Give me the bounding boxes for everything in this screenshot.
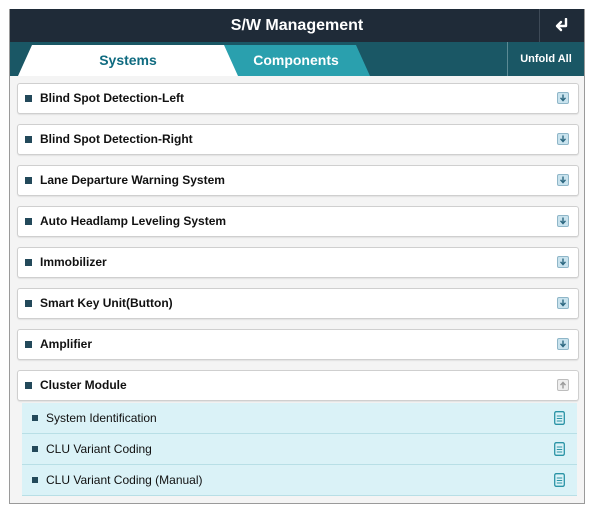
bullet-marker bbox=[25, 300, 32, 307]
cluster-subitem-clu-variant-coding[interactable]: CLU Variant Coding bbox=[22, 434, 577, 465]
system-item-label: Auto Headlamp Leveling System bbox=[40, 214, 227, 228]
expand-arrow-icon[interactable] bbox=[557, 92, 569, 104]
bullet-marker bbox=[25, 136, 32, 143]
bullet-marker bbox=[25, 382, 32, 389]
expand-arrow-icon[interactable] bbox=[557, 133, 569, 145]
bullet-marker bbox=[32, 477, 38, 483]
system-item-cluster-module[interactable]: Cluster Module bbox=[17, 370, 579, 401]
back-button[interactable] bbox=[539, 9, 584, 42]
collapse-arrow-icon[interactable] bbox=[557, 379, 569, 391]
expand-arrow-icon[interactable] bbox=[557, 174, 569, 186]
sw-management-panel: S/W Management Components Systems Unfold… bbox=[9, 9, 585, 504]
bullet-marker bbox=[32, 415, 38, 421]
expand-arrow-icon[interactable] bbox=[557, 256, 569, 268]
bullet-marker bbox=[32, 446, 38, 452]
system-item-blind-spot-right[interactable]: Blind Spot Detection-Right bbox=[17, 124, 579, 155]
system-item-blind-spot-left[interactable]: Blind Spot Detection-Left bbox=[17, 83, 579, 114]
system-item-label: Amplifier bbox=[40, 337, 93, 351]
subitem-label: CLU Variant Coding bbox=[46, 442, 152, 456]
system-item-label: Blind Spot Detection-Left bbox=[40, 91, 184, 105]
bullet-marker bbox=[25, 177, 32, 184]
subitem-label: CLU Variant Coding (Manual) bbox=[46, 473, 203, 487]
page-title: S/W Management bbox=[230, 17, 364, 34]
system-item-label: Cluster Module bbox=[40, 378, 127, 392]
system-item-label: Immobilizer bbox=[40, 255, 107, 269]
tab-components-label: Components bbox=[253, 52, 339, 68]
system-item-amplifier[interactable]: Amplifier bbox=[17, 329, 579, 360]
expand-arrow-icon[interactable] bbox=[557, 338, 569, 350]
expand-arrow-icon[interactable] bbox=[557, 297, 569, 309]
unfold-all-button[interactable]: Unfold All bbox=[507, 42, 584, 76]
document-icon[interactable] bbox=[554, 411, 565, 425]
expand-arrow-icon[interactable] bbox=[557, 215, 569, 227]
system-item-label: Blind Spot Detection-Right bbox=[40, 132, 193, 146]
system-item-auto-headlamp[interactable]: Auto Headlamp Leveling System bbox=[17, 206, 579, 237]
document-icon[interactable] bbox=[554, 442, 565, 456]
bullet-marker bbox=[25, 259, 32, 266]
system-item-lane-departure[interactable]: Lane Departure Warning System bbox=[17, 165, 579, 196]
tab-systems[interactable]: Systems bbox=[18, 45, 238, 76]
tab-systems-label: Systems bbox=[99, 52, 157, 68]
bullet-marker bbox=[25, 95, 32, 102]
tab-bar: Components Systems Unfold All bbox=[10, 42, 584, 76]
document-icon[interactable] bbox=[554, 473, 565, 487]
system-item-label: Smart Key Unit(Button) bbox=[40, 296, 173, 310]
subitem-label: System Identification bbox=[46, 411, 157, 425]
title-bar: S/W Management bbox=[10, 9, 584, 42]
system-item-immobilizer[interactable]: Immobilizer bbox=[17, 247, 579, 278]
bullet-marker bbox=[25, 218, 32, 225]
cluster-subitem-clu-variant-coding-manual[interactable]: CLU Variant Coding (Manual) bbox=[22, 465, 577, 496]
bullet-marker bbox=[25, 341, 32, 348]
system-item-smart-key[interactable]: Smart Key Unit(Button) bbox=[17, 288, 579, 319]
cluster-subitem-system-identification[interactable]: System Identification bbox=[22, 403, 577, 434]
system-item-label: Lane Departure Warning System bbox=[40, 173, 225, 187]
return-arrow-icon bbox=[555, 17, 568, 31]
tab-components[interactable]: Components bbox=[222, 45, 370, 76]
